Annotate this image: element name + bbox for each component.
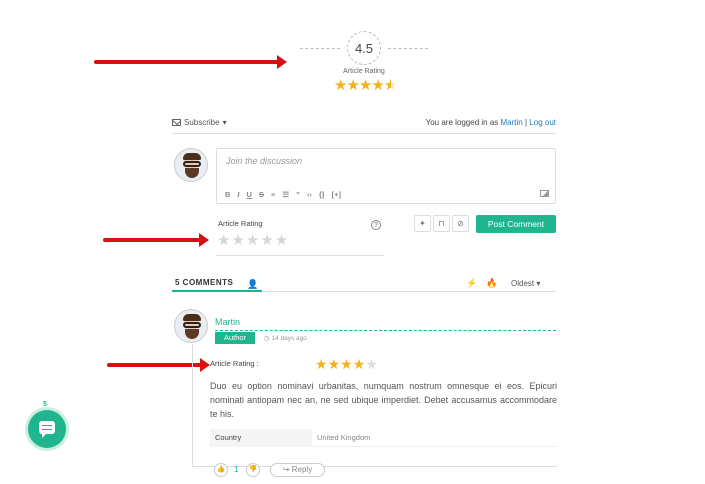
form-rating-label: Article Rating	[218, 219, 263, 228]
logout-link[interactable]: Log out	[529, 118, 556, 127]
bubble-count: 5	[43, 401, 47, 408]
reply-button[interactable]: ↪ Reply	[270, 463, 325, 477]
italic-button[interactable]: I	[237, 190, 239, 199]
star-icon: ★	[327, 356, 341, 372]
quote-button[interactable]: ”	[296, 190, 300, 199]
code-block-button[interactable]: {}	[319, 190, 325, 199]
active-tab-underline	[172, 290, 262, 292]
rating-divider-left	[300, 48, 340, 49]
bold-button[interactable]: B	[225, 190, 230, 199]
star-icon[interactable]: ★	[217, 232, 231, 249]
reply-label: Reply	[291, 465, 313, 474]
underline-button[interactable]: U	[247, 190, 252, 199]
ordered-list-button[interactable]: ≡	[271, 190, 275, 199]
author-badge: Author	[215, 332, 255, 344]
comments-header: 5 COMMENTS 👤 ⚡ 🔥 Oldest ▾	[172, 276, 556, 292]
editor-toolbar: B I U S ≡ ☰ ” ‹› {} [+]	[225, 190, 341, 199]
comment-author[interactable]: Martin	[215, 317, 240, 327]
form-divider	[216, 255, 384, 256]
image-upload-icon[interactable]	[540, 190, 549, 197]
login-status: You are logged in as Martin | Log out	[426, 118, 556, 127]
pin-icon[interactable]: ✦	[414, 215, 431, 232]
field-label: Country	[210, 429, 312, 447]
comment-editor[interactable]: Join the discussion B I U S ≡ ☰ ” ‹› {} …	[216, 148, 556, 204]
thread-line	[192, 344, 193, 466]
help-icon[interactable]: ?	[371, 220, 381, 230]
bolt-icon[interactable]: ⚡	[466, 278, 477, 289]
rating-input[interactable]: ★★★★★	[217, 231, 289, 249]
star-icon: ★	[371, 77, 384, 94]
separator: |	[524, 118, 528, 127]
field-value: United Kingdom	[317, 433, 371, 442]
clock-icon: ◷	[264, 335, 270, 342]
custom-field-row: Country United Kingdom	[210, 429, 557, 447]
vote-count: 1	[234, 465, 239, 474]
star-icon: ★	[346, 77, 359, 94]
subscribe-label: Subscribe	[184, 118, 220, 127]
star-icon: ★	[315, 356, 328, 372]
logged-in-prefix: You are logged in as	[425, 118, 499, 127]
caret-down-icon: ▾	[536, 279, 541, 288]
bullet-list-button[interactable]: ☰	[282, 190, 289, 199]
spoiler-button[interactable]: [+]	[332, 190, 341, 199]
post-comment-button[interactable]: Post Comment	[476, 215, 556, 233]
comment-time: ◷ 14 days ago	[264, 334, 307, 342]
thumbs-up-icon[interactable]: 👍	[214, 463, 228, 477]
annotation-arrow-summary	[94, 55, 287, 69]
avatar	[174, 148, 208, 182]
comment-rating-label: Article Rating :	[210, 359, 259, 368]
annotation-arrow-form	[103, 233, 209, 247]
sort-dropdown[interactable]: Oldest ▾	[511, 279, 540, 288]
star-icon[interactable]: ★	[275, 232, 289, 249]
lock-icon[interactable]: ⊓	[433, 215, 450, 232]
annotation-arrow-comment	[107, 358, 210, 372]
comments-bubble-button[interactable]	[28, 410, 66, 448]
half-star-icon: ★ ★	[383, 77, 397, 94]
user-link[interactable]: Martin	[501, 118, 523, 127]
comment-topbar: Subscribe ▾ You are logged in as Martin …	[172, 116, 556, 134]
editor-placeholder: Join the discussion	[226, 156, 303, 166]
star-icon[interactable]: ★	[231, 232, 245, 249]
star-icon: ★	[334, 77, 347, 94]
rating-divider-right	[388, 48, 428, 49]
fire-icon[interactable]: 🔥	[486, 278, 497, 289]
unpin-icon[interactable]: ⊘	[452, 215, 469, 232]
star-icon: ★	[358, 77, 372, 94]
comment-body: Duo eu option nominavi urbanitas, numqua…	[210, 381, 557, 419]
star-icon[interactable]: ★	[260, 232, 274, 249]
reply-arrow-icon: ↪	[282, 465, 290, 474]
rating-value: 4.5	[347, 31, 381, 65]
thumbs-down-icon[interactable]: 👎	[246, 463, 260, 477]
code-button[interactable]: ‹›	[307, 190, 312, 199]
rating-stars: ★★★★★ ★	[334, 76, 397, 94]
star-icon: ★	[352, 356, 366, 372]
comment-time-text: 14 days ago	[271, 335, 307, 342]
star-icon[interactable]: ★	[246, 232, 260, 249]
comment-rating-stars: ★★★★★	[315, 356, 378, 373]
sort-label: Oldest	[511, 279, 535, 288]
star-icon: ★	[340, 356, 353, 372]
rating-caption: Article Rating	[343, 68, 385, 75]
comments-count[interactable]: 5 COMMENTS	[175, 278, 233, 287]
envelope-icon	[172, 119, 181, 126]
comment-header: Martin	[215, 313, 556, 331]
users-icon[interactable]: 👤	[247, 279, 258, 290]
strike-button[interactable]: S	[259, 190, 264, 199]
caret-down-icon: ▾	[222, 118, 227, 127]
star-icon: ★	[365, 356, 378, 372]
subscribe-dropdown[interactable]: Subscribe ▾	[172, 118, 227, 127]
comment-avatar	[174, 309, 208, 343]
